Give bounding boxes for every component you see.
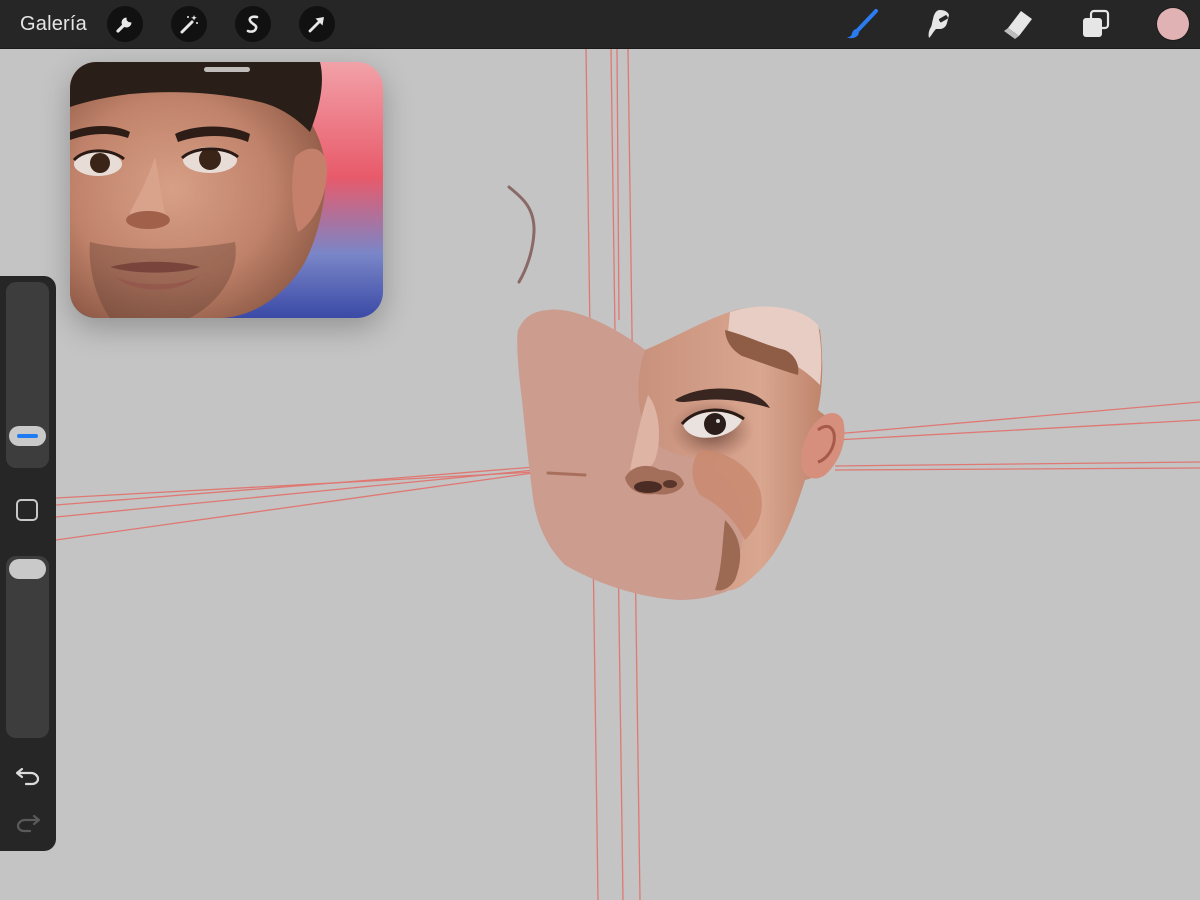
- undo-icon: [15, 767, 40, 786]
- brush-opacity-thumb[interactable]: [9, 559, 46, 579]
- left-sidebar: [0, 276, 56, 851]
- modify-button[interactable]: [16, 499, 38, 521]
- reference-photo: [70, 62, 383, 318]
- brush-opacity-slider[interactable]: [6, 556, 49, 738]
- magic-wand-icon: [180, 15, 198, 34]
- procreate-app: Galería: [0, 0, 1200, 900]
- redo-icon: [16, 814, 41, 833]
- brush-size-slider[interactable]: [6, 282, 49, 468]
- selection-icon: [246, 15, 259, 33]
- transform-button[interactable]: [299, 6, 335, 42]
- wrench-icon: [116, 17, 132, 33]
- move-arrow-icon: [308, 17, 324, 33]
- actions-button[interactable]: [107, 6, 143, 42]
- reference-drag-handle[interactable]: [204, 67, 250, 72]
- eraser-tool-button[interactable]: [999, 6, 1037, 42]
- smudge-tool-button[interactable]: [921, 6, 959, 42]
- adjustments-button[interactable]: [171, 6, 207, 42]
- smudge-icon: [928, 10, 949, 38]
- gallery-button[interactable]: Galería: [20, 11, 87, 37]
- undo-button[interactable]: [14, 763, 42, 787]
- reference-image-window[interactable]: [70, 62, 383, 318]
- eraser-icon: [1004, 11, 1032, 39]
- selection-button[interactable]: [235, 6, 271, 42]
- sketch-stroke: [507, 185, 536, 284]
- layers-icon: [1083, 9, 1110, 37]
- painted-face: [517, 306, 845, 600]
- redo-button[interactable]: [14, 810, 42, 834]
- top-toolbar: Galería: [0, 0, 1200, 49]
- paintbrush-icon: [847, 9, 878, 39]
- color-picker-swatch[interactable]: [1157, 8, 1189, 40]
- brush-tool-button[interactable]: [843, 6, 881, 42]
- layers-button[interactable]: [1077, 6, 1115, 42]
- brush-size-thumb[interactable]: [9, 425, 46, 446]
